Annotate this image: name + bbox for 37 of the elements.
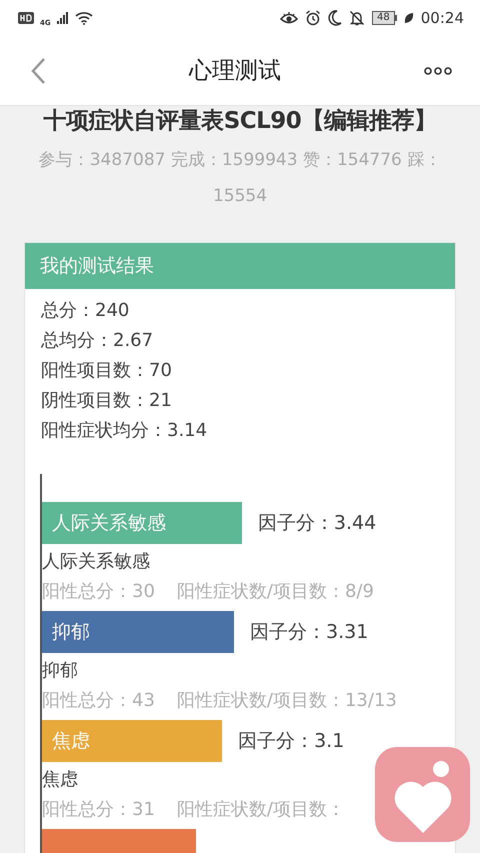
wifi-icon xyxy=(74,11,93,25)
back-icon xyxy=(30,56,46,84)
factor-score: 因子分：3.1 xyxy=(238,729,344,754)
hd-icon xyxy=(18,12,34,24)
bell-off-icon xyxy=(349,10,366,26)
signal-icon xyxy=(56,12,69,24)
page-title: 心理测试 xyxy=(189,57,281,86)
summary-line: 阳性项目数：70 xyxy=(41,359,173,383)
eye-icon xyxy=(280,11,298,25)
positive-total: 阳性总分：43 xyxy=(42,689,155,713)
test-title: 十项症状自评量表SCL90【编辑推荐】 xyxy=(42,107,438,136)
factor-name: 人际关系敏感 xyxy=(42,550,151,574)
factor-score: 因子分：3.44 xyxy=(258,511,376,536)
positive-total: 阳性总分：30 xyxy=(42,580,155,604)
summary-line: 阳性症状均分：3.14 xyxy=(41,419,208,443)
floating-app-button[interactable] xyxy=(375,747,470,842)
factor-bar: 抑郁 xyxy=(42,611,234,653)
symptom-ratio: 阳性症状数/项目数： xyxy=(176,798,345,822)
summary-line: 总均分：2.67 xyxy=(41,329,154,353)
factor-bar: 人际关系敏感 xyxy=(42,502,242,544)
factor-name: 抑郁 xyxy=(42,659,79,683)
card-header: 我的测试结果 xyxy=(25,243,455,289)
factor-bar: 焦虑 xyxy=(42,720,222,762)
more-icon xyxy=(424,66,452,76)
leaf-icon xyxy=(404,12,414,24)
moon-icon xyxy=(328,10,342,26)
battery-level: 48 xyxy=(372,11,395,25)
factor-name: 焦虑 xyxy=(42,768,79,792)
positive-total: 阳性总分：31 xyxy=(42,798,155,822)
summary-line: 阴性项目数：21 xyxy=(41,389,173,413)
test-stats: 参与：3487087 完成：1599943 赞：154776 踩：15554 xyxy=(38,149,442,208)
factor-score: 因子分：3.31 xyxy=(250,620,368,645)
clock-time: 00:24 xyxy=(420,9,464,27)
symptom-ratio: 阳性症状数/项目数：8/9 xyxy=(176,580,374,604)
alarm-icon xyxy=(305,10,322,26)
summary-line: 总分：240 xyxy=(41,299,130,323)
symptom-ratio: 阳性症状数/项目数：13/13 xyxy=(176,689,397,713)
